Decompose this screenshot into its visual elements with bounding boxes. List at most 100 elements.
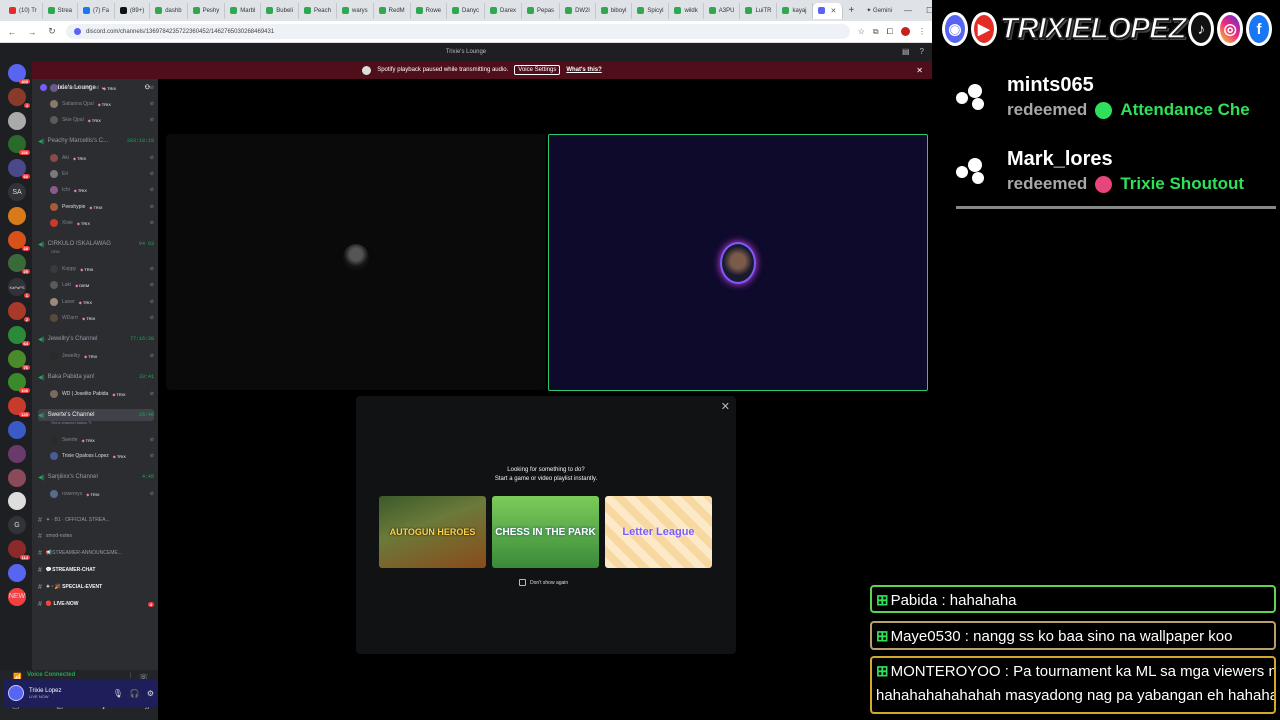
- browser-tab[interactable]: RedM: [374, 2, 411, 19]
- bookmark-star-icon[interactable]: ☆: [858, 27, 865, 36]
- server-icon[interactable]: 106: [8, 373, 30, 394]
- browser-tab[interactable]: Peshy: [188, 2, 226, 19]
- browser-tab[interactable]: Danyc: [447, 2, 486, 19]
- settings-gear-icon[interactable]: ⚙: [147, 689, 154, 698]
- server-icon[interactable]: 28: [8, 230, 30, 251]
- voice-user[interactable]: Trixie Qpaloss Lopez TRIX ⊘: [50, 450, 154, 462]
- browser-tab[interactable]: (7) Fa: [78, 2, 116, 19]
- browser-tab[interactable]: Bubeli: [261, 2, 299, 19]
- browser-tab[interactable]: ✕: [812, 2, 843, 19]
- browser-tab[interactable]: A3PU: [704, 2, 741, 19]
- close-notice-icon[interactable]: ✕: [916, 66, 923, 75]
- maximize-icon[interactable]: ☐: [926, 6, 932, 15]
- voice-channel[interactable]: ◀) Peachy Marcellis's C... 203:18:19: [38, 135, 154, 147]
- help-icon[interactable]: ?: [920, 47, 924, 56]
- gemini-button[interactable]: ✦ Gemini: [860, 7, 898, 14]
- profile-avatar[interactable]: [901, 27, 910, 36]
- voice-channel[interactable]: ◀) Sanjiiixx's Channel 4:45: [38, 471, 154, 483]
- game-card-letter-league[interactable]: Letter League: [605, 496, 712, 568]
- server-icon[interactable]: G: [8, 516, 26, 535]
- dont-show-again-checkbox[interactable]: Don't show again: [519, 579, 568, 586]
- menu-kebab-icon[interactable]: ⋮: [918, 27, 926, 36]
- text-channel[interactable]: # ✦ · B1 · OFFICIAL STREA...: [38, 514, 154, 526]
- server-icon[interactable]: KaPaPS 1: [8, 278, 30, 299]
- browser-tab[interactable]: kayaj: [777, 2, 813, 19]
- server-icon[interactable]: 29: [8, 254, 30, 275]
- reload-icon[interactable]: ↻: [46, 26, 58, 37]
- text-channel[interactable]: # 🔴 LIVE-NOW 4: [38, 598, 154, 610]
- browser-tab[interactable]: Darex: [485, 2, 523, 19]
- voice-user[interactable]: Eri ⊘: [50, 168, 154, 180]
- server-icon[interactable]: 409: [8, 64, 30, 84]
- close-icon[interactable]: ✕: [721, 400, 730, 413]
- server-icon[interactable]: [8, 468, 26, 487]
- browser-tab[interactable]: Rowe: [411, 2, 448, 19]
- browser-tab[interactable]: warys: [337, 2, 374, 19]
- voice-channel[interactable]: ◀) Baka Pabida yan! 33:41: [38, 371, 154, 383]
- voice-user[interactable]: rowenrysTRIX ⊘: [50, 488, 154, 500]
- game-card-chess-in-the-park[interactable]: CHESS IN THE PARK: [492, 496, 599, 568]
- browser-tab[interactable]: Spicyl: [632, 2, 670, 19]
- checkbox-icon[interactable]: [519, 579, 526, 586]
- text-channel[interactable]: # smod-notes: [38, 530, 154, 542]
- browser-tab[interactable]: Pepas: [522, 2, 561, 19]
- text-channel[interactable]: # 💬STREAMER-CHAT: [38, 564, 154, 576]
- channel-status[interactable]: Set a channel status ✎: [51, 420, 92, 425]
- server-icon[interactable]: [8, 206, 26, 225]
- whats-this-link[interactable]: What's this?: [566, 67, 601, 73]
- participant-tile-speaking[interactable]: [548, 134, 928, 391]
- voice-user[interactable]: KoppyTRIX ⊘: [50, 263, 154, 275]
- voice-user[interactable]: Swerte TRIX ⊘: [50, 434, 154, 446]
- participant-tile[interactable]: [166, 134, 546, 390]
- inbox-icon[interactable]: ▤: [902, 47, 910, 56]
- back-icon[interactable]: ←: [6, 27, 18, 37]
- server-icon[interactable]: 336: [8, 135, 30, 156]
- voice-user[interactable]: Xixie TRIX ⊘: [50, 217, 154, 229]
- browser-tab[interactable]: LuiTR: [740, 2, 778, 19]
- voice-settings-button[interactable]: Voice Settings: [514, 65, 561, 75]
- voice-user[interactable]: JewellryTRIX ⊘: [50, 350, 154, 362]
- browser-tab[interactable]: DW2l: [560, 2, 596, 19]
- forward-icon[interactable]: →: [26, 27, 38, 37]
- minimize-icon[interactable]: —: [904, 6, 912, 15]
- url-input[interactable]: discord.com/channels/1369784235722360452…: [66, 24, 850, 39]
- server-icon[interactable]: 76: [8, 349, 30, 370]
- channel-status[interactable]: ORA: [51, 249, 60, 254]
- server-icon[interactable]: [8, 563, 26, 582]
- site-info-icon[interactable]: [74, 28, 81, 35]
- browser-tab[interactable]: biboyl: [596, 2, 633, 19]
- browser-tab[interactable]: Peach: [299, 2, 337, 19]
- server-icon[interactable]: [8, 492, 26, 511]
- server-icon[interactable]: [8, 421, 26, 439]
- server-icon[interactable]: 60: [8, 159, 30, 180]
- browser-tab[interactable]: (10) Tr: [4, 2, 43, 19]
- browser-tab[interactable]: Marbl: [225, 2, 262, 19]
- server-icon[interactable]: 4: [8, 87, 30, 108]
- server-icon[interactable]: SA: [8, 183, 26, 201]
- voice-user[interactable]: LakiDIEM ⊘: [50, 279, 154, 291]
- microphone-icon[interactable]: 🎙: [113, 689, 123, 698]
- avatar[interactable]: [8, 685, 24, 701]
- headphones-icon[interactable]: 🎧: [130, 689, 140, 698]
- browser-tab[interactable]: dashb: [150, 2, 188, 19]
- server-icon[interactable]: [8, 444, 26, 463]
- voice-user[interactable]: Skie Qpal TRIX ⊘: [50, 114, 154, 126]
- voice-user[interactable]: WD | Joselito PabidaTRIX ⊘: [50, 388, 154, 400]
- server-icon[interactable]: [8, 111, 26, 130]
- browser-tab[interactable]: Strea: [43, 2, 79, 19]
- voice-channel[interactable]: ◀) Jewellry's Channel 77:16:38: [38, 333, 154, 345]
- browser-tab[interactable]: wildk: [669, 2, 704, 19]
- screen-share-icon[interactable]: ⧉: [873, 27, 879, 37]
- voice-user[interactable]: Satianna Qpal TRIX ⊘: [50, 98, 154, 110]
- extensions-icon[interactable]: ⧠: [887, 27, 893, 37]
- text-channel[interactable]: # ✦ · 🎉 SPECIAL-EVENT: [38, 581, 154, 593]
- text-channel[interactable]: # 📢STREAMER-ANNOUNCEME...: [38, 547, 154, 559]
- server-icon[interactable]: 2: [8, 302, 30, 322]
- server-icon[interactable]: NEW: [8, 587, 26, 606]
- voice-user[interactable]: WDarrrTRIX ⊘: [50, 312, 154, 324]
- voice-user[interactable]: PeeshypieTRIX ⊘: [50, 201, 154, 213]
- server-icon[interactable]: 64: [8, 325, 30, 346]
- new-tab-button[interactable]: +: [843, 5, 861, 16]
- voice-user[interactable]: Ichi TRIX ⊘: [50, 184, 154, 196]
- game-card-autogun-heroes[interactable]: AUTOGUN HEROES: [379, 496, 486, 568]
